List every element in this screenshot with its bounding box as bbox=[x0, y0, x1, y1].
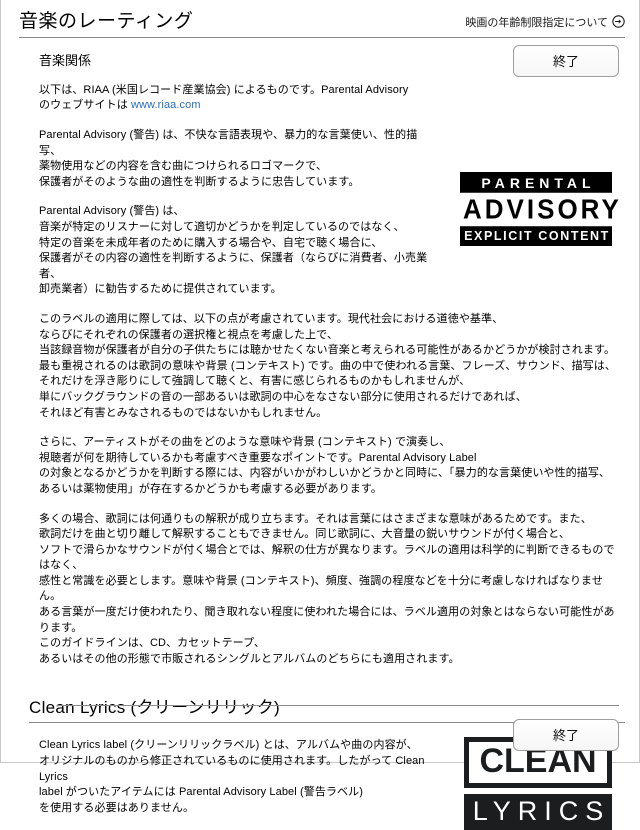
subheader-row: 音楽関係 終了 bbox=[1, 38, 639, 77]
page-footer: 終了 bbox=[1, 705, 639, 762]
parental-advisory-line2: ADVISORY bbox=[460, 192, 619, 227]
paragraph-definition: Parental Advisory (警告) は、不快な言語表現や、暴力的な言葉… bbox=[39, 129, 418, 188]
parental-advisory-logo: PARENTAL ADVISORY EXPLICIT CONTENT bbox=[460, 171, 619, 247]
movie-age-rating-link[interactable]: 映画の年齢制限指定について bbox=[465, 14, 625, 33]
page-header: 音楽のレーティング 映画の年齢制限指定について bbox=[1, 0, 639, 37]
main-content: PARENTAL ADVISORY EXPLICIT CONTENT 以下は、R… bbox=[1, 72, 639, 668]
parental-advisory-line3: EXPLICIT CONTENT bbox=[460, 226, 612, 247]
paragraph-intro: 以下は、RIAA (米国レコード産業協会) によるものです。Parental A… bbox=[39, 72, 439, 114]
arrow-right-circle-icon bbox=[612, 15, 625, 29]
clean-lyrics-line2: LYRICS bbox=[464, 794, 612, 830]
music-rating-page: 音楽のレーティング 映画の年齢制限指定について 音楽関係 終了 PARENTAL… bbox=[0, 0, 640, 830]
paragraph-context: さらに、アーティストがその曲をどのような意味や背景 (コンテキスト) で演奏し、… bbox=[39, 436, 611, 495]
parental-advisory-line1: PARENTAL bbox=[460, 171, 612, 194]
page-title: 音楽のレーティング bbox=[19, 11, 194, 32]
section-subtitle: 音楽関係 bbox=[39, 53, 92, 69]
paragraph-criteria: このラベルの適用に際しては、以下の点が考慮されています。現代社会における道徳や基… bbox=[39, 312, 616, 419]
paragraph-interpretation: 多くの場合、歌詞には何通りもの解釈が成り立ちます。それは言葉にはさまざまな意味が… bbox=[39, 512, 615, 665]
footer-button-wrap: 終了 bbox=[21, 719, 619, 751]
done-button-bottom[interactable]: 終了 bbox=[513, 719, 619, 751]
footer-divider bbox=[57, 705, 619, 706]
movie-age-rating-link-label: 映画の年齢制限指定について bbox=[465, 16, 608, 29]
paragraph-intro-text: 以下は、RIAA (米国レコード産業協会) によるものです。Parental A… bbox=[39, 83, 409, 112]
paragraph-purpose: Parental Advisory (警告) は、 音楽が特定のリスナーに対して… bbox=[39, 205, 428, 296]
riaa-website-link[interactable]: www.riaa.com bbox=[131, 99, 201, 111]
